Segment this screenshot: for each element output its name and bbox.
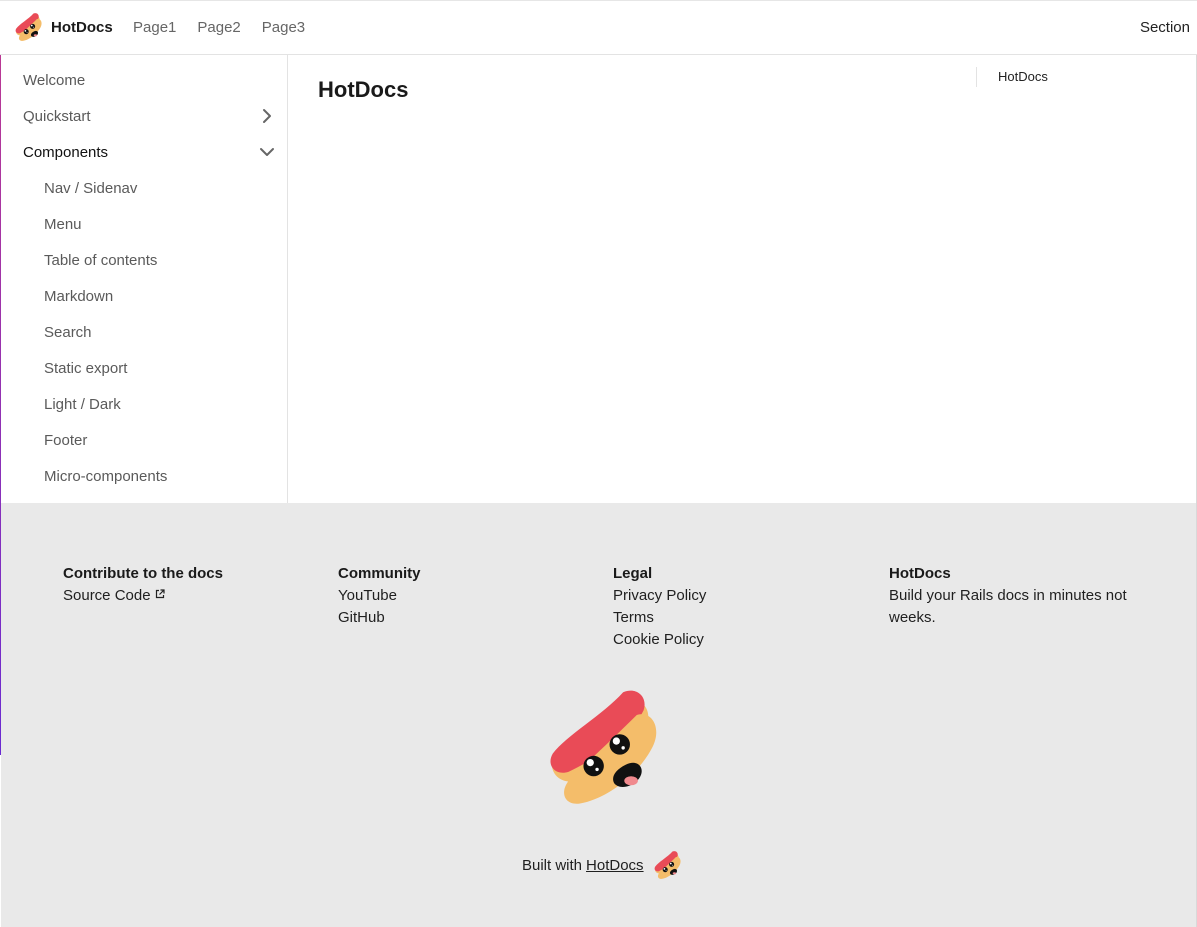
sidebar-subitem-micro-components[interactable]: Micro-components (44, 468, 167, 485)
footer-heading: Contribute to the docs (63, 565, 223, 582)
sidebar-subitem-nav-sidenav[interactable]: Nav / Sidenav (44, 180, 137, 197)
footer-heading: Community (338, 565, 421, 582)
sidebar-item-label: Components (23, 143, 109, 161)
sidebar-nav: Welcome Quickstart Components Nav / Side… (0, 55, 288, 503)
footer-tagline: Build your Rails docs in minutes not wee… (889, 587, 1127, 626)
nav-link-page3[interactable]: Page3 (262, 19, 305, 36)
sidebar-subitem-static-export[interactable]: Static export (44, 360, 127, 377)
chevron-down-icon[interactable] (259, 144, 275, 160)
chevron-right-icon[interactable] (259, 108, 275, 124)
built-with: Built with HotDocs (522, 851, 682, 880)
footer-link-label: Source Code (63, 587, 151, 604)
sidebar-item-welcome[interactable]: Welcome (23, 68, 275, 92)
section-link[interactable]: Section (1140, 19, 1190, 36)
top-nav: Page1 Page2 Page3 (133, 19, 305, 36)
built-with-hotdocs-link[interactable]: HotDocs (586, 857, 644, 874)
footer-link-source-code[interactable]: Source Code (63, 585, 303, 607)
external-link-icon (155, 589, 165, 599)
hotdog-logo-icon (15, 13, 42, 41)
page-title: HotDocs (318, 77, 409, 102)
brand-name: HotDocs (51, 19, 113, 36)
sidebar-item-components[interactable]: Components (23, 140, 275, 164)
footer-heading: Legal (613, 565, 653, 582)
footer-column-legal: Legal Privacy Policy Terms Cookie Policy (613, 563, 853, 651)
toc-item[interactable]: HotDocs (998, 69, 1048, 84)
sidebar-item-label: Welcome (23, 71, 86, 89)
sidebar-subitem-footer[interactable]: Footer (44, 432, 87, 449)
nav-link-page1[interactable]: Page1 (133, 19, 176, 36)
sidebar-subitem-search[interactable]: Search (44, 324, 92, 341)
hotdog-small-icon (654, 851, 681, 879)
built-with-text: Built with (522, 857, 583, 874)
footer-link-terms[interactable]: Terms (613, 607, 853, 629)
footer-column-contribute: Contribute to the docs Source Code (63, 563, 303, 607)
brand-link[interactable]: HotDocs (15, 13, 113, 42)
footer-column-community: Community YouTube GitHub (338, 563, 578, 629)
nav-link-page2[interactable]: Page2 (197, 19, 240, 36)
site-footer: Contribute to the docs Source Code Commu… (1, 503, 1196, 927)
sidebar-item-label: Quickstart (23, 107, 91, 125)
sidebar-subitem-table-of-contents[interactable]: Table of contents (44, 252, 157, 269)
footer-link-youtube[interactable]: YouTube (338, 585, 578, 607)
footer-link-privacy-policy[interactable]: Privacy Policy (613, 585, 853, 607)
hotdog-mascot-icon (550, 690, 657, 804)
footer-column-hotdocs: HotDocs Build your Rails docs in minutes… (889, 563, 1139, 629)
sidebar-subitem-markdown[interactable]: Markdown (44, 288, 113, 305)
footer-link-cookie-policy[interactable]: Cookie Policy (613, 629, 853, 651)
sidebar-item-quickstart[interactable]: Quickstart (23, 104, 275, 128)
table-of-contents: HotDocs (976, 67, 1048, 87)
top-header: HotDocs Page1 Page2 Page3 Section (0, 0, 1197, 55)
footer-link-github[interactable]: GitHub (338, 607, 578, 629)
sidebar-subitem-light-dark[interactable]: Light / Dark (44, 396, 121, 413)
footer-heading: HotDocs (889, 565, 951, 582)
sidebar-subitem-menu[interactable]: Menu (44, 216, 82, 233)
